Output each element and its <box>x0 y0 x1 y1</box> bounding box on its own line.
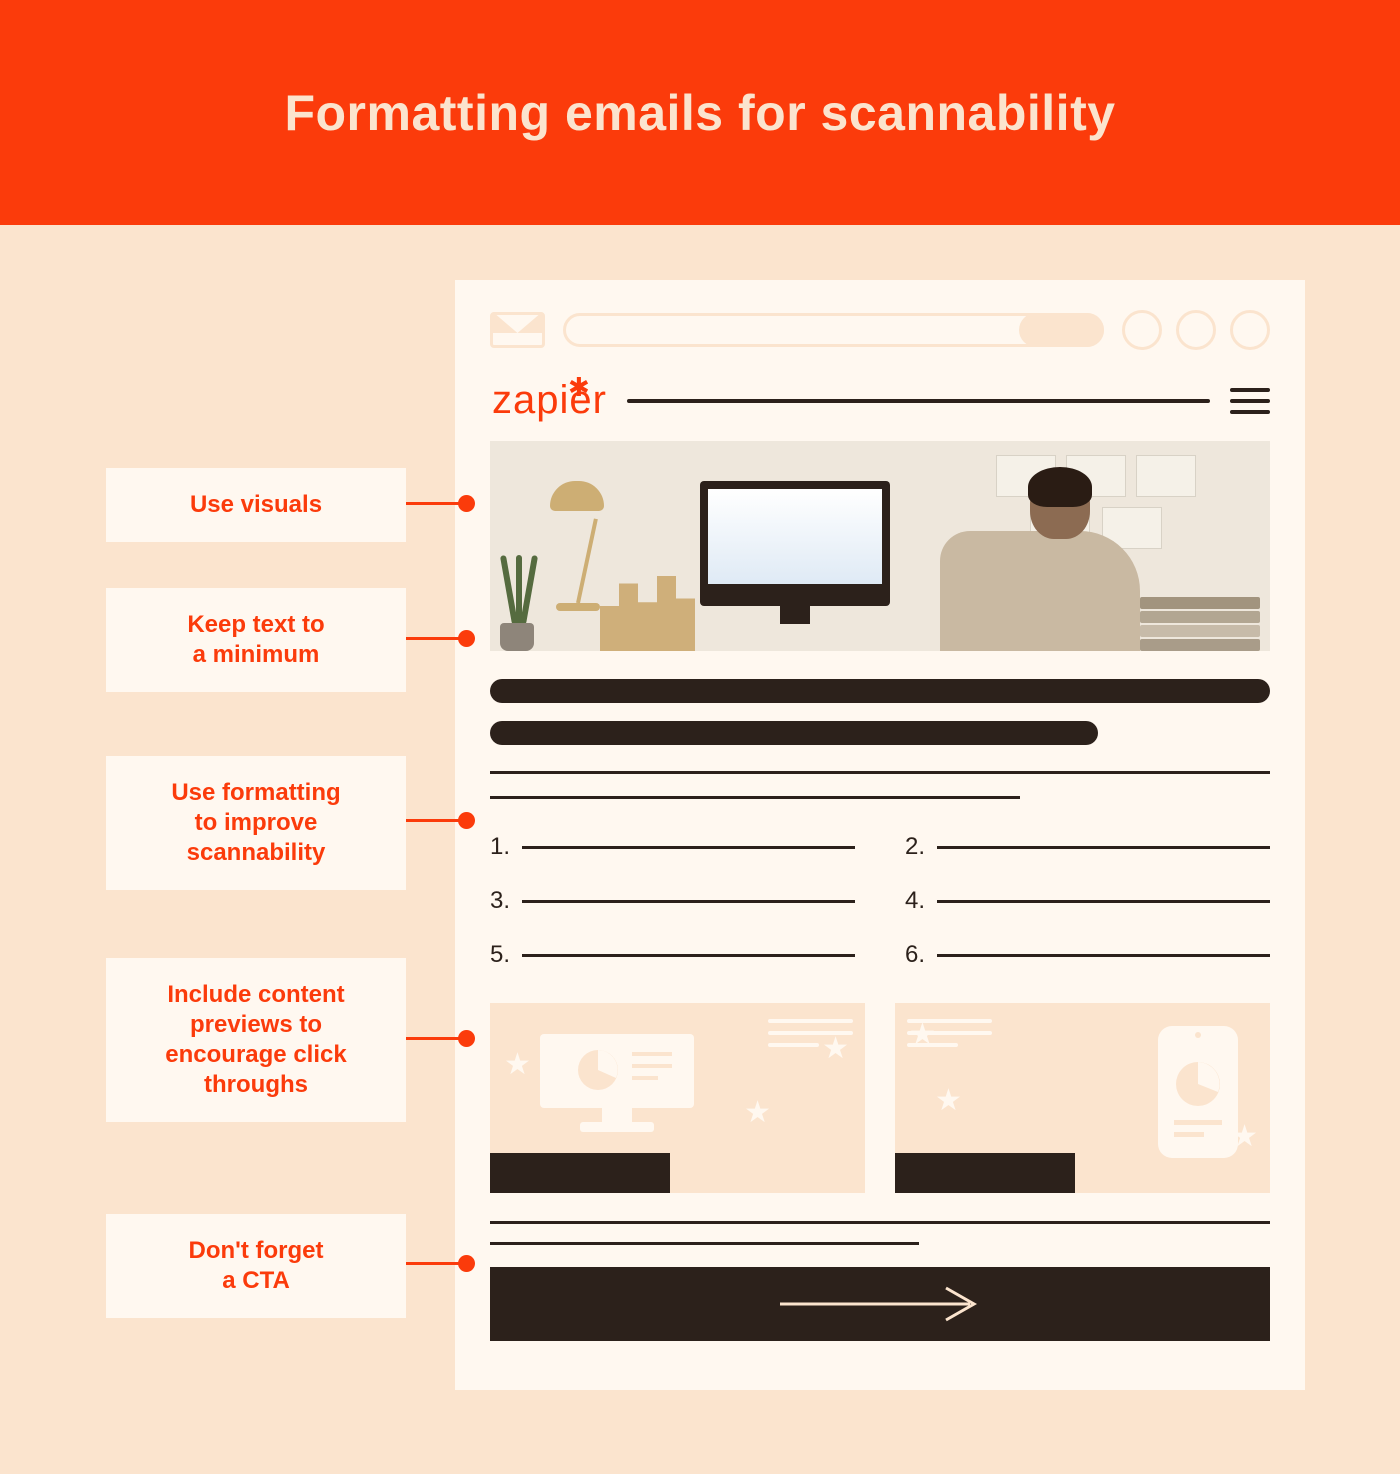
preview-card: ★★★ <box>895 1003 1270 1193</box>
list-number: 5. <box>490 941 510 969</box>
header-banner: Formatting emails for scannability <box>0 0 1400 225</box>
list-item: 5. <box>490 941 855 969</box>
callout-content-previews: Include contentpreviews toencourage clic… <box>106 958 406 1122</box>
connector-line <box>406 1037 466 1040</box>
connector-line <box>406 502 466 505</box>
callout-label: Keep text toa minimum <box>134 610 378 670</box>
page-title: Formatting emails for scannability <box>284 84 1115 142</box>
email-topbar <box>490 310 1270 350</box>
mail-icon <box>490 312 545 348</box>
list-number: 2. <box>905 833 925 861</box>
infographic-canvas: Formatting emails for scannability zapie… <box>0 0 1400 1474</box>
window-controls <box>1122 310 1270 350</box>
list-item: 2. <box>905 833 1270 861</box>
card-button-placeholder <box>895 1153 1075 1193</box>
hero-image <box>490 441 1270 651</box>
brand-row: zapier✱ <box>490 378 1270 423</box>
phone-icon <box>1154 1024 1242 1165</box>
list-item: 4. <box>905 887 1270 915</box>
footer-paragraph-placeholder <box>490 1221 1270 1245</box>
title-line-placeholder <box>627 399 1210 403</box>
callout-label: Use visuals <box>134 490 378 520</box>
list-number: 1. <box>490 833 510 861</box>
connector-line <box>406 637 466 640</box>
zapier-asterisk-icon: ✱ <box>568 372 591 403</box>
zapier-logo: zapier✱ <box>490 378 607 423</box>
list-item: 3. <box>490 887 855 915</box>
callout-use-visuals: Use visuals <box>106 468 406 542</box>
connector-line <box>406 1262 466 1265</box>
callout-label: Use formattingto improvescannability <box>134 778 378 868</box>
connector-line <box>406 819 466 822</box>
list-item: 6. <box>905 941 1270 969</box>
search-bar <box>563 313 1104 347</box>
list-number: 4. <box>905 887 925 915</box>
callout-label: Include contentpreviews toencourage clic… <box>134 980 378 1100</box>
email-mockup: zapier✱ 1. 2. 3. 4. 5. <box>455 280 1305 1390</box>
numbered-list: 1. 2. 3. 4. 5. 6. <box>490 833 1270 969</box>
search-button-icon <box>1019 313 1104 347</box>
content-preview-cards: ★★★ ★★★ <box>490 1003 1270 1193</box>
callout-cta: Don't forgeta CTA <box>106 1214 406 1318</box>
desktop-icon <box>532 1030 702 1145</box>
callout-use-formatting: Use formattingto improvescannability <box>106 756 406 890</box>
cta-button <box>490 1267 1270 1341</box>
preview-card: ★★★ <box>490 1003 865 1193</box>
hamburger-icon <box>1230 388 1270 414</box>
arrow-right-icon <box>770 1284 990 1324</box>
list-number: 6. <box>905 941 925 969</box>
callout-label: Don't forgeta CTA <box>134 1236 378 1296</box>
paragraph-placeholder <box>490 771 1270 799</box>
list-item: 1. <box>490 833 855 861</box>
list-number: 3. <box>490 887 510 915</box>
callout-keep-text-minimum: Keep text toa minimum <box>106 588 406 692</box>
card-button-placeholder <box>490 1153 670 1193</box>
heading-placeholder <box>490 679 1270 745</box>
